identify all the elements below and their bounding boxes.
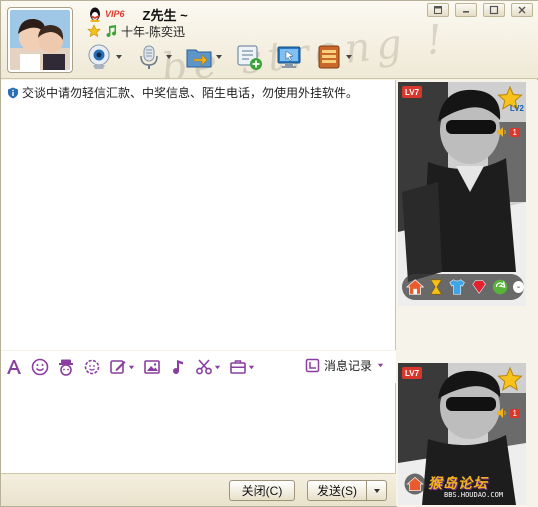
app-menu-button[interactable] — [315, 43, 353, 71]
chevron-down-icon — [128, 365, 135, 369]
font-button[interactable] — [5, 358, 23, 376]
music-icon — [173, 360, 183, 375]
security-notice-text: 交谈中请勿轻信汇款、中奖信息、陌生电话，勿使用外挂软件。 — [22, 86, 359, 100]
send-image-button[interactable] — [143, 358, 161, 376]
more-icon[interactable]: - — [513, 281, 525, 293]
show-photo-image — [398, 82, 526, 306]
close-button[interactable] — [511, 3, 533, 17]
minimize-button[interactable] — [455, 3, 477, 17]
message-history-button[interactable]: 消息记录 — [305, 357, 384, 374]
message-history-label: 消息记录 — [323, 359, 372, 373]
shake-button[interactable] — [83, 358, 101, 376]
contact-avatar[interactable] — [7, 7, 73, 73]
file-transfer-button[interactable] — [185, 43, 223, 71]
bottom-bar: 关闭(C) 发送(S) — [1, 473, 396, 506]
add-contact-icon — [237, 45, 262, 70]
home-icon[interactable] — [406, 277, 425, 297]
chevron-down-icon — [214, 365, 221, 369]
security-notice: 交谈中请勿轻信汇款、中奖信息、陌生电话，勿使用外挂软件。 — [7, 84, 358, 101]
minimize-icon — [463, 11, 469, 13]
contact-nickname[interactable]: Z先生 ~ — [143, 5, 188, 24]
my-volume-count: 1 — [509, 408, 520, 418]
home-icon[interactable] — [404, 473, 426, 495]
screenshot-button[interactable] — [195, 358, 221, 376]
webcam-icon — [88, 44, 110, 69]
contact-signature[interactable]: 十年-陈奕迅 — [121, 23, 185, 40]
volume-count: 1 — [509, 127, 520, 137]
file-transfer-icon — [186, 49, 212, 68]
chevron-down-icon — [373, 488, 380, 493]
contact-show-panel: LV7 LV2 1 - LV7 1 猴岛论坛 BBS.HOUDAO.COM — [397, 80, 538, 507]
hourglass-icon[interactable] — [427, 277, 445, 297]
restore-icon — [434, 6, 442, 14]
emoji-icon — [31, 358, 49, 376]
skin-button[interactable] — [427, 3, 449, 17]
shake-icon — [84, 359, 100, 375]
chevron-down-icon — [346, 55, 352, 59]
avatar-photo — [10, 10, 70, 70]
magic-face-button[interactable] — [57, 358, 75, 376]
star-level-label: LV2 — [509, 104, 524, 113]
create-discussion-button[interactable] — [235, 43, 263, 71]
my-level-badge: LV7 — [402, 367, 423, 379]
star-level-icon — [497, 367, 523, 391]
chevron-down-icon — [166, 55, 172, 59]
header-toolbar — [85, 41, 365, 73]
maximize-icon — [489, 5, 499, 15]
close-icon — [518, 6, 526, 14]
chevron-down-icon — [248, 365, 255, 369]
maximize-button[interactable] — [483, 3, 505, 17]
tshirt-icon[interactable] — [448, 277, 466, 297]
app-menu-icon — [318, 45, 340, 69]
message-input[interactable] — [1, 383, 396, 473]
voice-button[interactable] — [135, 43, 173, 71]
microphone-icon — [140, 45, 158, 69]
message-display[interactable]: 交谈中请勿轻信汇款、中奖信息、陌生电话，勿使用外挂软件。 — [1, 80, 396, 350]
level-badge: LV7 — [402, 86, 423, 98]
input-toolbar: 消息记录 — [1, 351, 396, 383]
forum-title: 猴岛论坛 — [428, 475, 488, 491]
remote-assist-icon — [277, 46, 301, 68]
vip-badge: VIP6 — [105, 9, 125, 19]
more-tools-button[interactable] — [229, 358, 255, 376]
chat-window: be strong ! VIP6 Z先生 ~ 十年-陈奕迅 交谈中请勿轻信汇款、… — [0, 0, 538, 507]
remote-assist-button[interactable] — [275, 43, 303, 71]
scissors-icon — [196, 359, 212, 375]
chevron-down-icon — [116, 55, 122, 59]
history-icon — [305, 358, 320, 373]
chevron-down-icon — [377, 363, 384, 368]
volume-indicator[interactable]: 1 — [496, 126, 520, 138]
diamond-icon[interactable] — [470, 277, 488, 297]
briefcase-icon — [230, 360, 246, 374]
send-options-button[interactable] — [367, 480, 387, 501]
magic-face-icon — [59, 359, 73, 376]
my-show-photo[interactable]: LV7 1 猴岛论坛 BBS.HOUDAO.COM — [398, 363, 526, 505]
close-chat-button[interactable]: 关闭(C) — [229, 480, 295, 501]
name-row: VIP6 Z先生 ~ — [87, 5, 188, 23]
speaker-icon — [496, 408, 506, 418]
webcam-button[interactable] — [85, 43, 123, 71]
contact-show-photo[interactable]: LV7 LV2 1 - — [398, 82, 526, 306]
scribble-icon — [110, 360, 126, 374]
emoji-button[interactable] — [31, 358, 49, 376]
star-icon — [87, 24, 101, 38]
scribble-button[interactable] — [109, 358, 135, 376]
show-toolbar: - — [402, 274, 525, 300]
shield-info-icon — [8, 87, 18, 98]
font-icon — [7, 360, 21, 374]
music-note-icon — [106, 25, 117, 38]
my-volume-indicator[interactable]: 1 — [496, 407, 520, 419]
chevron-down-icon — [216, 55, 222, 59]
image-icon — [144, 360, 160, 374]
send-button[interactable]: 发送(S) — [307, 480, 367, 501]
chat-header: be strong ! VIP6 Z先生 ~ 十年-陈奕迅 — [1, 1, 538, 79]
music-button[interactable] — [169, 358, 187, 376]
signature-row: 十年-陈奕迅 — [87, 23, 185, 39]
forum-watermark: 猴岛论坛 BBS.HOUDAO.COM — [428, 473, 524, 499]
speaker-icon — [496, 127, 506, 137]
qq-penguin-icon — [90, 7, 100, 22]
window-controls — [421, 3, 533, 17]
forum-url: BBS.HOUDAO.COM — [444, 491, 504, 499]
refresh-icon[interactable] — [491, 277, 509, 297]
